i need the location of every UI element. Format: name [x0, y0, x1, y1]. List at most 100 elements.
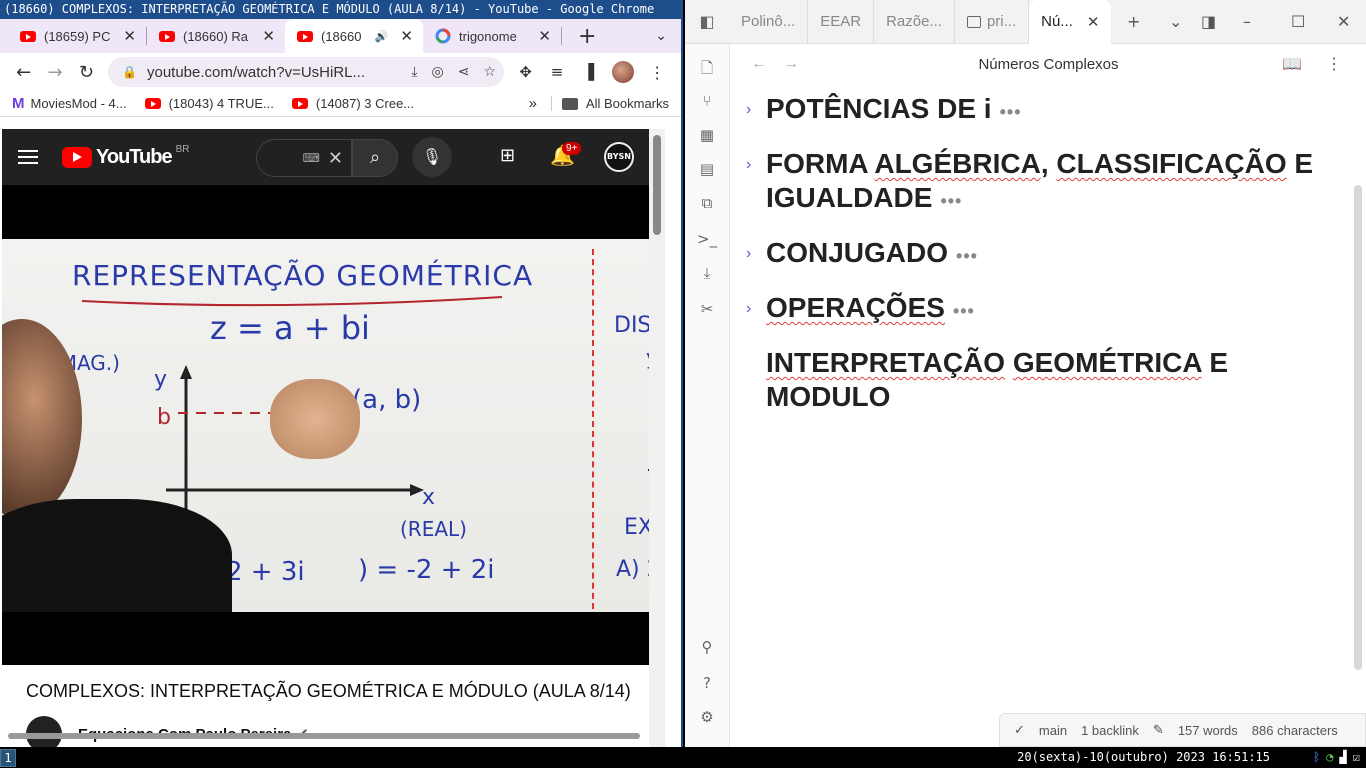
note-tab[interactable]: EEAR: [808, 0, 875, 44]
side-panel-icon[interactable]: ▐: [573, 63, 604, 81]
close-tab-icon[interactable]: ✕: [123, 27, 136, 45]
reload-icon[interactable]: ↻: [71, 62, 102, 83]
chrome-tab[interactable]: (18660) Ra ✕: [147, 19, 285, 53]
vertical-scrollbar[interactable]: [649, 129, 665, 747]
workspace-indicator[interactable]: 1: [0, 749, 16, 767]
open-quick-switcher-icon[interactable]: 🗋: [697, 58, 717, 78]
note-tab-active[interactable]: Nú... ✕: [1029, 0, 1112, 44]
speaker-icon[interactable]: 🔊: [375, 30, 389, 43]
close-tab-icon[interactable]: ✕: [262, 27, 275, 45]
channel-avatar[interactable]: [26, 716, 62, 747]
note-title[interactable]: Números Complexos: [978, 56, 1118, 73]
heading-text-misspelled: CLASSIFICAÇÃO: [1056, 148, 1287, 179]
collapse-chevron-icon[interactable]: ›: [746, 93, 751, 127]
extensions-icon[interactable]: ✥: [510, 63, 541, 81]
clear-search-icon[interactable]: ✕: [328, 148, 343, 169]
scrollbar-thumb[interactable]: [653, 135, 661, 235]
share-icon[interactable]: ⋖: [458, 64, 470, 80]
voice-search-button[interactable]: 🎙: [412, 137, 452, 177]
network-signal-icon[interactable]: ▟: [1340, 750, 1347, 764]
sync-check-icon[interactable]: ✓: [1014, 722, 1025, 738]
note-tab[interactable]: pri...: [955, 0, 1030, 44]
more-options-icon[interactable]: ⋮: [1326, 54, 1342, 74]
eye-off-icon[interactable]: ◎: [432, 64, 444, 80]
new-tab-icon[interactable]: +: [578, 24, 596, 49]
video-frame[interactable]: REPRESENTAÇÃO GEOMÉTRICA z = a + bi (IMA…: [2, 239, 665, 612]
heading-collapsed[interactable]: › FORMA ALGÉBRICA, CLASSIFICAÇÃO E IGUAL…: [731, 147, 1351, 218]
install-icon[interactable]: ⤓: [411, 64, 417, 80]
more-bookmarks-icon[interactable]: »: [529, 95, 537, 112]
close-tab-icon[interactable]: ✕: [1087, 13, 1100, 31]
chrome-tab[interactable]: trigonome ✕: [423, 19, 561, 53]
bookmark-item[interactable]: (14087) 3 Cree...: [291, 96, 414, 111]
search-button[interactable]: ⌕: [352, 139, 398, 177]
canvas-icon[interactable]: ▦: [697, 126, 717, 146]
heading-text: FORMA: [766, 148, 868, 179]
chrome-tab-active[interactable]: (18660 🔊 ✕: [285, 19, 423, 53]
collapse-chevron-icon[interactable]: ›: [746, 292, 751, 326]
note-tab[interactable]: Polinô...: [729, 0, 809, 44]
bookmark-item[interactable]: M MoviesMod - 4...: [12, 95, 127, 112]
templates-icon[interactable]: ⧉: [697, 194, 717, 214]
all-bookmarks-button[interactable]: All Bookmarks: [550, 96, 669, 111]
minimize-icon[interactable]: –: [1243, 12, 1251, 31]
nav-forward-icon[interactable]: →: [783, 55, 799, 73]
vault-switcher-icon[interactable]: ⚲: [697, 638, 717, 658]
command-palette-icon[interactable]: >_: [697, 230, 717, 250]
update-notifier-icon[interactable]: ☑: [1353, 750, 1360, 764]
heading-collapsed[interactable]: › POTÊNCIAS DE i •••: [731, 92, 1351, 129]
heading-expanded[interactable]: INTERPRETAÇÃO GEOMÉTRICA E MODULO: [731, 346, 1351, 414]
backlink-count[interactable]: 1 backlink: [1081, 723, 1139, 738]
profile-avatar[interactable]: [612, 61, 634, 83]
note-tab[interactable]: Razõe...: [874, 0, 955, 44]
heading-collapsed[interactable]: › OPERAÇÕES •••: [731, 291, 1351, 328]
folded-ellipsis[interactable]: •••: [940, 191, 962, 211]
chrome-tab[interactable]: (18659) PC ✕: [8, 19, 146, 53]
settings-gear-icon[interactable]: ⚙: [697, 708, 717, 728]
nav-back-icon[interactable]: ←: [751, 55, 767, 73]
media-queue-icon[interactable]: ≡: [541, 63, 572, 81]
close-tab-icon[interactable]: ✕: [538, 27, 551, 45]
bookmark-item[interactable]: (18043) 4 TRUE...: [144, 96, 274, 111]
back-icon[interactable]: ←: [8, 62, 39, 83]
video-player[interactable]: REPRESENTAÇÃO GEOMÉTRICA z = a + bi (IMA…: [2, 185, 665, 665]
right-sidebar-toggle-icon[interactable]: ◨: [1201, 12, 1216, 31]
close-tab-icon[interactable]: ✕: [400, 27, 413, 45]
git-branch[interactable]: main: [1039, 723, 1067, 738]
left-sidebar-toggle-icon[interactable]: ◧: [685, 12, 729, 31]
folded-ellipsis[interactable]: •••: [956, 246, 978, 266]
url-text[interactable]: youtube.com/watch?v=UsHiRL...: [147, 64, 397, 81]
close-window-icon[interactable]: ✕: [1337, 12, 1350, 31]
create-video-icon[interactable]: ⊞: [500, 145, 524, 166]
import-icon[interactable]: ⤓: [697, 264, 717, 284]
site-info-icon[interactable]: 🔒: [122, 65, 137, 79]
folded-ellipsis[interactable]: •••: [1000, 102, 1022, 122]
hamburger-menu-icon[interactable]: [18, 150, 38, 164]
maximize-icon[interactable]: ☐: [1291, 12, 1305, 31]
note-scrollbar[interactable]: [1354, 185, 1362, 670]
heading-collapsed[interactable]: › CONJUGADO •••: [731, 236, 1351, 273]
collapse-chevron-icon[interactable]: ›: [746, 148, 751, 182]
daily-note-calendar-icon[interactable]: ▤: [697, 160, 717, 180]
new-tab-icon[interactable]: +: [1127, 12, 1140, 31]
edit-mode-icon[interactable]: ✎: [1153, 722, 1164, 738]
sync-status-icon[interactable]: ◔: [1326, 750, 1333, 764]
reading-view-icon[interactable]: 📖: [1282, 54, 1302, 74]
account-avatar[interactable]: BYSN: [604, 142, 634, 172]
bluetooth-icon[interactable]: ᛒ: [1313, 750, 1320, 764]
address-bar[interactable]: 🔒 youtube.com/watch?v=UsHiRL... ⤓ ◎ ⋖ ☆: [108, 57, 505, 87]
search-input[interactable]: ⌨ ✕: [256, 139, 352, 177]
horizontal-scrollbar[interactable]: [8, 733, 640, 739]
folded-ellipsis[interactable]: •••: [953, 301, 975, 321]
tab-list-chevron-icon[interactable]: ⌄: [1169, 12, 1182, 31]
tab-search-chevron-icon[interactable]: ⌄: [655, 28, 667, 44]
graph-view-icon[interactable]: ⑂: [697, 92, 717, 112]
collapse-chevron-icon[interactable]: ›: [746, 237, 751, 271]
tools-icon[interactable]: ✂: [697, 300, 717, 320]
keyboard-icon[interactable]: ⌨: [303, 151, 320, 165]
bookmark-star-icon[interactable]: ☆: [483, 64, 496, 80]
forward-icon[interactable]: →: [39, 62, 70, 83]
menu-dots-icon[interactable]: ⋮: [642, 63, 673, 82]
help-icon[interactable]: ?: [697, 674, 717, 694]
youtube-logo[interactable]: YouTube BR: [62, 144, 189, 169]
